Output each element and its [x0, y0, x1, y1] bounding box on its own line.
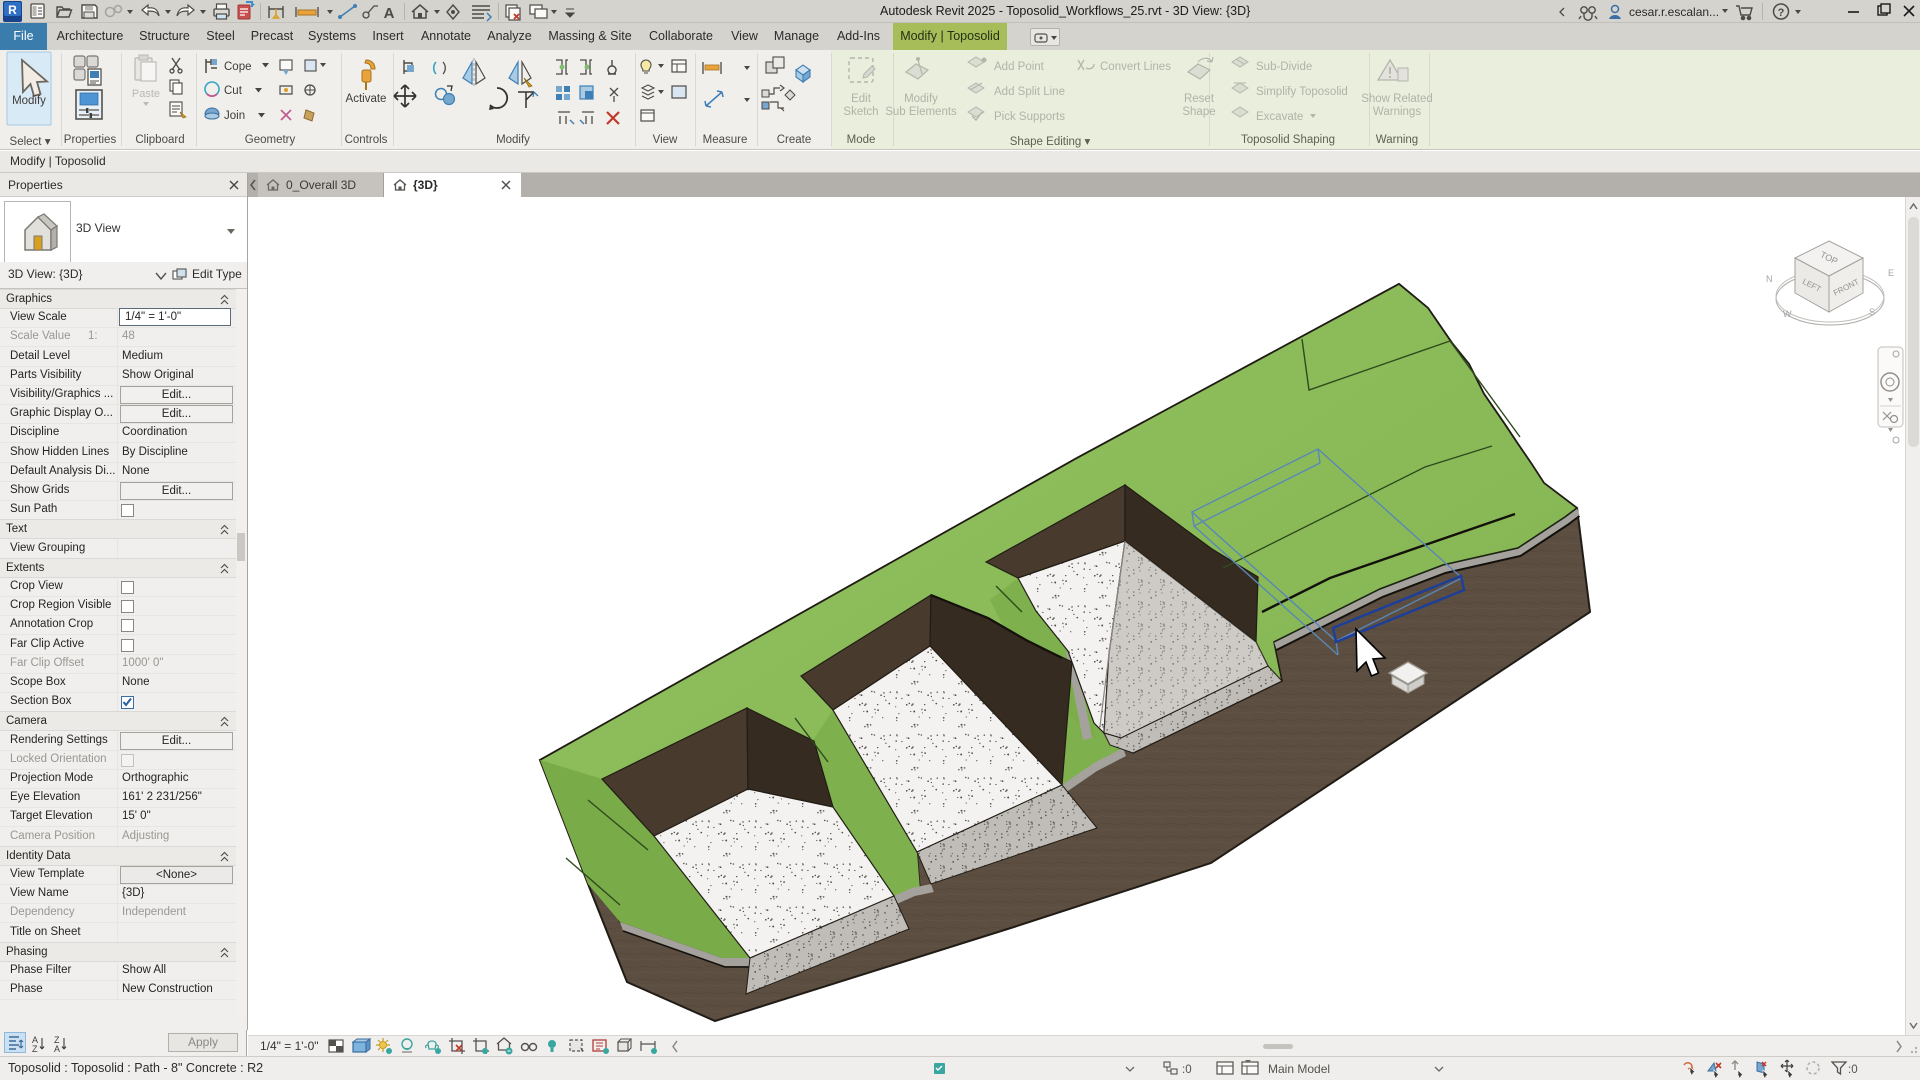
svg-text:Warnings: Warnings [1373, 106, 1421, 118]
svg-text:A: A [384, 5, 395, 22]
svg-text::0: :0 [1848, 1064, 1858, 1076]
svg-text:Z: Z [32, 1044, 38, 1054]
svg-text:Cut: Cut [224, 85, 243, 97]
svg-text:Paste: Paste [132, 88, 160, 100]
svg-text:Add Point: Add Point [994, 61, 1045, 73]
svg-text:Sub Elements: Sub Elements [885, 106, 957, 118]
svg-text:Sub-Divide: Sub-Divide [1256, 61, 1312, 73]
svg-text:Shape: Shape [1182, 106, 1215, 118]
svg-text:Reset: Reset [1184, 93, 1215, 105]
svg-text:Main Model: Main Model [1268, 1062, 1330, 1076]
svg-text:Convert Lines: Convert Lines [1100, 61, 1171, 73]
svg-text:Simplify Toposolid: Simplify Toposolid [1256, 86, 1348, 98]
svg-text:Activate: Activate [346, 93, 387, 105]
svg-text:S: S [1869, 307, 1875, 317]
svg-text:R: R [8, 3, 17, 17]
svg-text:Modify: Modify [904, 93, 938, 105]
svg-text:N: N [1766, 274, 1773, 284]
svg-text:Pick Supports: Pick Supports [994, 111, 1065, 123]
svg-text:Modify: Modify [12, 95, 46, 107]
svg-text:Edit: Edit [851, 93, 872, 105]
svg-text:W: W [1783, 309, 1792, 319]
svg-text::0: :0 [1182, 1064, 1192, 1076]
svg-text:Join: Join [224, 110, 245, 122]
svg-text:cesar.r.escalan...: cesar.r.escalan... [1629, 5, 1719, 19]
svg-text:A: A [54, 1044, 60, 1054]
svg-text:?: ? [1778, 7, 1785, 19]
svg-text:Excavate: Excavate [1256, 111, 1303, 123]
svg-text:Add Split Line: Add Split Line [994, 86, 1065, 98]
svg-text:Sketch: Sketch [843, 106, 878, 118]
svg-text:E: E [1888, 268, 1894, 278]
svg-text:Show Related: Show Related [1361, 93, 1433, 105]
svg-text:Cope: Cope [224, 61, 252, 73]
